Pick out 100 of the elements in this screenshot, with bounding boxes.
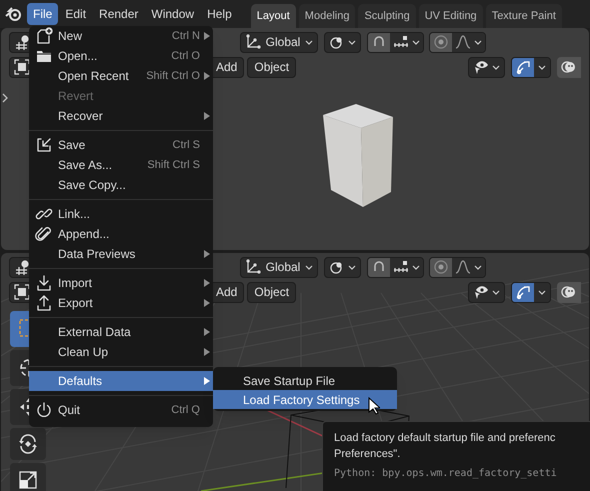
rotate-tool[interactable] bbox=[10, 428, 46, 460]
shortcut-label: Ctrl O bbox=[171, 48, 200, 64]
eye-pointer-icon bbox=[473, 59, 489, 75]
blender-logo-icon[interactable] bbox=[5, 6, 23, 22]
submenu-arrow-icon bbox=[204, 279, 210, 287]
shortcut-label: Ctrl S bbox=[172, 138, 200, 153]
menu-item[interactable]: Quit Ctrl Q bbox=[29, 400, 213, 420]
falloff-curve-icon bbox=[455, 259, 471, 275]
submenu-arrow-icon bbox=[204, 377, 210, 385]
menu-item[interactable]: Render bbox=[93, 3, 144, 25]
transform-orientation-dropdown[interactable]: Global bbox=[240, 256, 318, 278]
shortcut-label: Shift Ctrl O bbox=[146, 68, 200, 84]
workspace-tab[interactable]: Sculpting bbox=[358, 4, 416, 28]
menu-item[interactable]: File bbox=[27, 3, 58, 25]
menu-item[interactable]: Window bbox=[145, 3, 200, 25]
falloff-curve-icon bbox=[455, 34, 471, 50]
gizmo-arrow-icon bbox=[515, 59, 531, 75]
gizmo-arrow-icon bbox=[515, 284, 531, 300]
paperclip-icon bbox=[35, 225, 53, 243]
submenu-arrow-icon bbox=[204, 112, 210, 120]
gizmo-dropdown[interactable] bbox=[534, 58, 550, 76]
submenu-arrow-icon bbox=[204, 328, 210, 336]
proportional-icon bbox=[433, 34, 449, 50]
axes-icon bbox=[245, 259, 261, 275]
shortcut-label: Ctrl N bbox=[172, 28, 200, 44]
tooltip-description: Load factory default startup file and preferenc Preferences". bbox=[334, 431, 556, 462]
menu-item[interactable]: Save Copy... bbox=[29, 175, 213, 195]
snap-target-dropdown[interactable] bbox=[390, 32, 423, 52]
menu-item[interactable]: Recover bbox=[29, 106, 213, 126]
menu-item[interactable]: Append... bbox=[29, 224, 213, 244]
overlay-spheres-icon bbox=[561, 284, 577, 300]
falloff-dropdown[interactable] bbox=[452, 32, 485, 52]
transform-orientation-dropdown[interactable]: Global bbox=[240, 32, 318, 52]
axes-icon bbox=[245, 34, 261, 50]
workspace-tab[interactable]: Layout bbox=[250, 4, 296, 28]
gizmo-dropdown[interactable] bbox=[534, 282, 550, 302]
save-icon bbox=[35, 136, 53, 154]
scale-tool[interactable] bbox=[10, 463, 46, 491]
grid-snap-icon bbox=[393, 259, 409, 275]
submenu-arrow-icon bbox=[204, 32, 210, 40]
pivot-point-button[interactable] bbox=[324, 32, 361, 52]
header-menu[interactable]: Object bbox=[247, 282, 296, 302]
menu-item[interactable]: Data Previews bbox=[29, 244, 213, 264]
submenu-arrow-icon bbox=[204, 72, 210, 80]
submenu-arrow-icon bbox=[204, 250, 210, 258]
shortcut-label: Ctrl Q bbox=[171, 402, 200, 418]
menu-item[interactable]: Defaults bbox=[29, 371, 213, 391]
visibility-dropdown[interactable] bbox=[468, 56, 505, 78]
gizmo-toggle[interactable] bbox=[512, 58, 534, 76]
overlays-toggle[interactable] bbox=[557, 56, 581, 78]
workspace-tab[interactable]: Modeling bbox=[298, 4, 356, 28]
viewport-editor-icon bbox=[14, 34, 30, 50]
shortcut-label: Shift Ctrl S bbox=[147, 158, 200, 173]
snap-toggle[interactable] bbox=[368, 258, 390, 276]
falloff-dropdown[interactable] bbox=[452, 258, 485, 276]
menu-item[interactable]: Load Factory Settings bbox=[213, 390, 397, 409]
menu-item[interactable]: Clean Up bbox=[29, 342, 213, 362]
caret-icon bbox=[412, 40, 420, 44]
caret-icon bbox=[348, 40, 356, 44]
menu-item[interactable]: Link... bbox=[29, 204, 213, 224]
move-arrows-icon bbox=[18, 396, 29, 418]
cursor-crosshair-icon bbox=[18, 357, 29, 379]
caret-icon bbox=[538, 290, 546, 294]
python-path: Python: bpy.ops.wm.read_factory_setti bbox=[334, 467, 557, 481]
select-box-icon bbox=[14, 59, 30, 75]
menu-item[interactable]: External Data bbox=[29, 322, 213, 342]
rotate-icon bbox=[17, 433, 39, 455]
menu-item[interactable]: Save As... Shift Ctrl S bbox=[29, 155, 213, 175]
menu-item[interactable]: Save Startup File bbox=[213, 371, 397, 390]
snap-toggle[interactable] bbox=[368, 32, 390, 52]
select-box-icon bbox=[14, 284, 30, 300]
caret-icon bbox=[305, 40, 313, 44]
caret-icon bbox=[492, 64, 500, 70]
snap-target-dropdown[interactable] bbox=[390, 258, 423, 276]
overlay-spheres-icon bbox=[561, 59, 577, 75]
caret-icon bbox=[305, 264, 313, 270]
gizmo-toggle[interactable] bbox=[512, 282, 534, 302]
proportional-edit-toggle[interactable] bbox=[430, 258, 452, 276]
submenu-arrow-icon bbox=[204, 348, 210, 356]
caret-icon bbox=[474, 264, 482, 270]
mouse-pointer-icon bbox=[368, 397, 380, 415]
power-icon bbox=[35, 401, 53, 419]
menu-item[interactable]: Help bbox=[201, 3, 238, 25]
menu-item[interactable]: Save Ctrl S bbox=[29, 135, 213, 155]
visibility-dropdown[interactable] bbox=[468, 282, 505, 302]
grid-snap-icon bbox=[393, 34, 409, 50]
header-menu[interactable]: Object bbox=[247, 56, 296, 78]
menu-item[interactable]: Edit bbox=[59, 3, 92, 25]
proportional-edit-toggle[interactable] bbox=[430, 32, 452, 52]
workspace-tab[interactable]: Texture Paint bbox=[486, 4, 562, 28]
pivot-point-button[interactable] bbox=[324, 256, 361, 278]
workspace-tab[interactable]: UV Editing bbox=[418, 4, 483, 28]
menu-item[interactable]: New Ctrl N bbox=[29, 26, 213, 46]
overlays-toggle[interactable] bbox=[557, 282, 581, 302]
viewport-editor-icon bbox=[14, 259, 30, 275]
export-icon bbox=[35, 294, 53, 312]
caret-icon bbox=[348, 264, 356, 270]
submenu-arrow-icon bbox=[204, 299, 210, 307]
sidebar-toggle-icon[interactable] bbox=[1, 92, 9, 104]
eye-pointer-icon bbox=[473, 284, 489, 300]
